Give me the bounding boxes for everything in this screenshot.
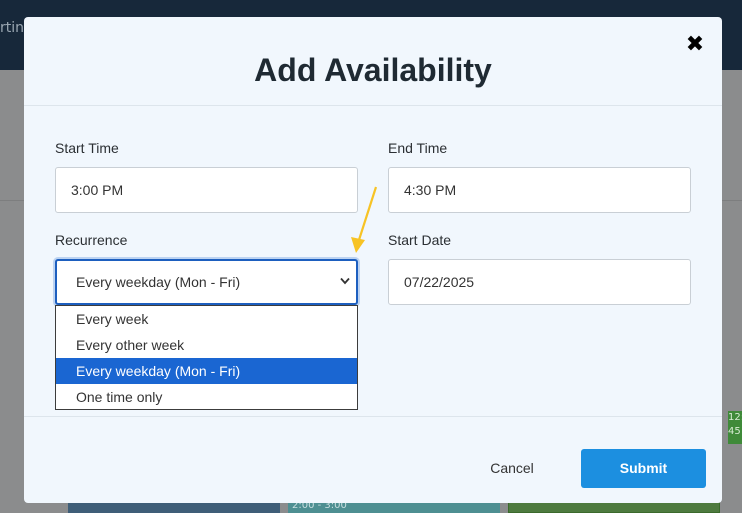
chevron-down-icon	[340, 261, 350, 303]
recurrence-label: Recurrence	[55, 232, 128, 248]
modal-header: Add Availability ✖	[24, 17, 722, 106]
recurrence-option-selected[interactable]: Every weekday (Mon - Fri)	[56, 358, 357, 384]
modal-footer-divider	[24, 416, 722, 417]
annotation-arrow-icon	[351, 186, 378, 253]
end-time-label: End Time	[388, 140, 448, 156]
add-availability-modal: Add Availability ✖ Start Time 3:00 PM En…	[24, 17, 722, 503]
cancel-button[interactable]: Cancel	[477, 450, 547, 486]
start-time-label: Start Time	[55, 140, 119, 156]
recurrence-option[interactable]: Every other week	[56, 332, 357, 358]
recurrence-selected-value: Every weekday (Mon - Fri)	[76, 274, 241, 290]
end-time-input[interactable]: 4:30 PM	[388, 167, 691, 213]
recurrence-option[interactable]: One time only	[56, 384, 357, 410]
start-time-input[interactable]: 3:00 PM	[55, 167, 358, 213]
start-date-label: Start Date	[388, 232, 452, 248]
recurrence-select[interactable]: Every weekday (Mon - Fri)	[55, 259, 358, 305]
submit-button[interactable]: Submit	[581, 449, 706, 488]
background-topbar-text: rtin	[0, 20, 25, 36]
background-side-badge: 12: 45	[728, 411, 742, 444]
recurrence-option[interactable]: Every week	[56, 306, 357, 332]
close-icon[interactable]: ✖	[684, 34, 706, 56]
start-date-input[interactable]: 07/22/2025	[388, 259, 691, 305]
recurrence-dropdown: Every week Every other week Every weekda…	[55, 305, 358, 410]
modal-title: Add Availability	[254, 52, 492, 88]
